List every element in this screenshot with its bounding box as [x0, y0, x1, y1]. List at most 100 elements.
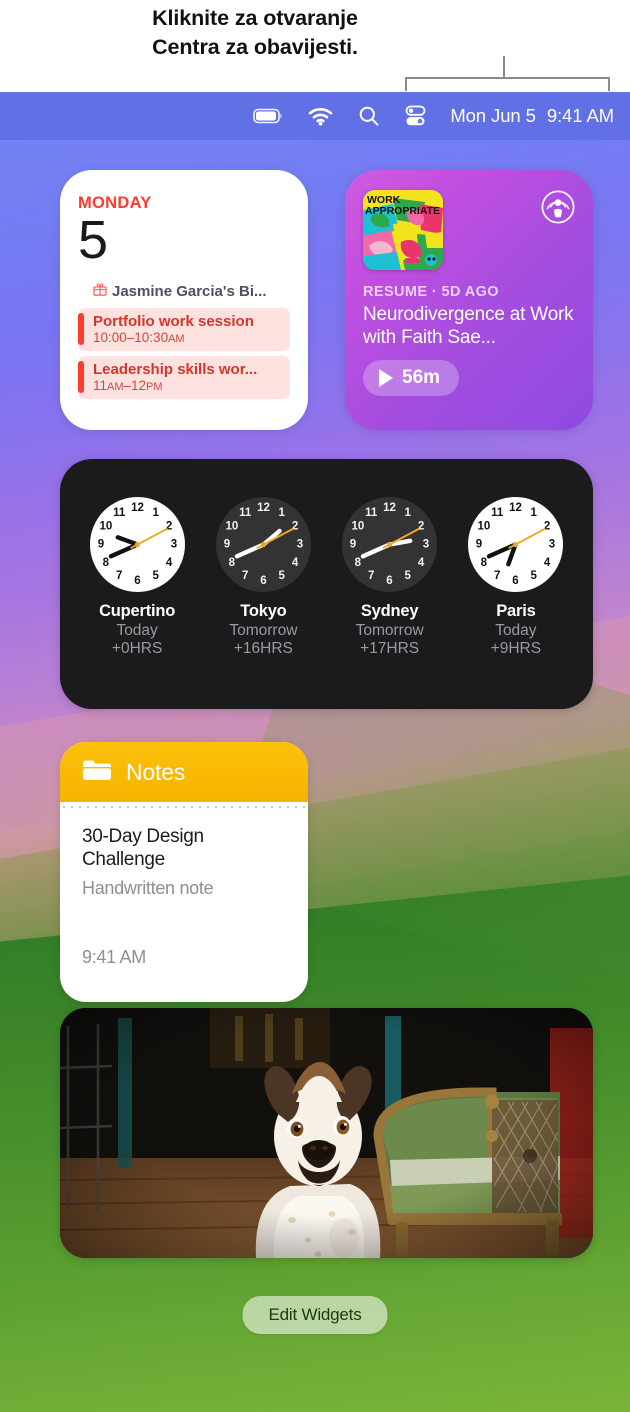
svg-text:12: 12 [383, 502, 396, 514]
svg-text:5: 5 [278, 570, 285, 582]
svg-text:7: 7 [116, 570, 122, 582]
battery-icon[interactable] [253, 108, 283, 124]
clock-face-cupertino: 12 1 2 3 4 5 6 7 8 9 10 11 [89, 497, 185, 592]
search-icon[interactable] [358, 105, 380, 127]
clock-face-tokyo: 12 1 2 3 4 5 6 7 8 9 10 11 [215, 497, 311, 592]
control-center-icon[interactable] [405, 105, 426, 127]
event-title: Leadership skills wor... [93, 361, 258, 379]
play-icon [379, 369, 393, 388]
menu-bar-clock[interactable]: Mon Jun 5 9:41 AM [450, 105, 614, 127]
svg-text:11: 11 [239, 507, 252, 519]
notes-header-title: Notes [126, 758, 186, 785]
svg-text:1: 1 [152, 507, 159, 519]
event-time: 11AM–12PM [93, 378, 163, 394]
edit-widgets-button[interactable]: Edit Widgets [242, 1296, 388, 1334]
svg-text:5: 5 [152, 570, 159, 582]
callout-line-1: Kliknite za otvaranje [152, 6, 358, 30]
svg-text:8: 8 [102, 557, 109, 569]
menu-bar-date: Mon Jun 5 [450, 105, 536, 126]
note-subtitle: Handwritten note [82, 877, 214, 898]
svg-text:9: 9 [476, 539, 482, 551]
podcast-duration: 56m [402, 367, 441, 389]
calendar-event-item[interactable]: Portfolio work session 10:00–10:30AM [78, 308, 290, 352]
calendar-event-item[interactable]: Leadership skills wor... 11AM–12PM [78, 356, 290, 400]
callout-annotation: Kliknite za otvaranje Centra za obavijes… [0, 0, 630, 92]
clock-offset: +16HRS [233, 640, 293, 657]
svg-text:7: 7 [494, 570, 500, 582]
menu-bar-time: 9:41 AM [546, 105, 614, 126]
podcast-kicker: RESUME · 5D AGO [363, 284, 499, 300]
svg-text:3: 3 [170, 539, 176, 551]
event-color-bar [78, 361, 84, 394]
svg-text:10: 10 [99, 520, 112, 532]
event-time: 10:00–10:30AM [93, 330, 185, 346]
clock-offset: +9HRS [490, 640, 542, 657]
clock-day: Tomorrow [229, 622, 298, 639]
clock-cell[interactable]: 12 1 2 3 4 5 6 7 8 9 10 11 Cupertino Today +0HRS [78, 497, 196, 658]
notes-body: 30-Day Design Challenge Handwritten note… [60, 808, 308, 1002]
svg-text:6: 6 [513, 575, 519, 587]
svg-text:7: 7 [368, 570, 374, 582]
clock-city: Sydney [360, 602, 419, 620]
svg-text:11: 11 [365, 507, 378, 519]
clock-cell[interactable]: 12 1 2 3 4 5 6 7 8 9 10 11 Paris Today +9HRS [457, 497, 575, 658]
svg-text:4: 4 [292, 557, 299, 569]
svg-text:4: 4 [418, 557, 425, 569]
clock-day: Tomorrow [355, 622, 424, 639]
svg-text:8: 8 [481, 557, 488, 569]
svg-text:11: 11 [492, 507, 505, 519]
svg-text:6: 6 [386, 575, 392, 587]
svg-text:10: 10 [478, 520, 491, 532]
photo-image [60, 1008, 593, 1258]
podcasts-icon [541, 190, 575, 229]
svg-text:7: 7 [242, 570, 248, 582]
svg-text:5: 5 [531, 570, 538, 582]
calendar-day-of-week: MONDAY [78, 194, 152, 212]
svg-text:10: 10 [225, 520, 238, 532]
photos-widget[interactable] [60, 1008, 593, 1258]
wifi-icon[interactable] [308, 107, 333, 126]
folder-icon [82, 758, 112, 787]
svg-text:6: 6 [260, 575, 266, 587]
podcast-play-button[interactable]: 56m [363, 360, 460, 397]
svg-text:1: 1 [531, 507, 538, 519]
clock-cell[interactable]: 12 1 2 3 4 5 6 7 8 9 10 11 Sydney Tomorrow +17HRS [331, 497, 449, 658]
svg-text:12: 12 [257, 502, 270, 514]
podcasts-widget[interactable]: WORK APPROPRIATE RESUME · 5D AGO Neurodi… [345, 170, 593, 430]
calendar-event-list: Jasmine Garcia's Bi... Portfolio work se… [78, 280, 290, 400]
clock-offset: +17HRS [360, 640, 420, 657]
podcast-title: Neurodivergence at Work with Faith Sae..… [363, 304, 574, 349]
svg-text:9: 9 [224, 539, 230, 551]
svg-text:8: 8 [355, 557, 362, 569]
notes-widget[interactable]: Notes 30-Day Design Challenge Handwritte… [60, 742, 308, 1002]
svg-text:2: 2 [292, 520, 298, 532]
clock-cell[interactable]: 12 1 2 3 4 5 6 7 8 9 10 11 Tokyo Tomorrow +16HRS [204, 497, 322, 658]
calendar-day-number: 5 [78, 210, 108, 270]
svg-text:3: 3 [549, 539, 555, 551]
world-clock-widget[interactable]: 12 1 2 3 4 5 6 7 8 9 10 11 Cupertino Today +0HRS 12… [60, 459, 593, 709]
svg-text:8: 8 [229, 557, 236, 569]
svg-text:3: 3 [297, 539, 303, 551]
svg-text:12: 12 [509, 502, 522, 514]
svg-text:9: 9 [97, 539, 103, 551]
callout-text: Kliknite za otvaranje Centra za obavijes… [0, 4, 510, 62]
callout-line-2: Centra za obavijesti. [152, 35, 358, 60]
clock-city: Tokyo [240, 602, 287, 620]
calendar-event-birthday[interactable]: Jasmine Garcia's Bi... [78, 280, 290, 303]
svg-text:4: 4 [544, 557, 551, 569]
clock-city: Paris [496, 602, 536, 620]
svg-text:4: 4 [166, 557, 173, 569]
note-time: 9:41 AM [82, 947, 146, 967]
svg-text:9: 9 [350, 539, 356, 551]
menu-bar: Mon Jun 5 9:41 AM [0, 92, 630, 140]
svg-text:10: 10 [352, 520, 365, 532]
calendar-widget[interactable]: MONDAY 5 Jasmine Garcia's Bi... Portfoli… [60, 170, 308, 430]
svg-text:11: 11 [113, 507, 126, 519]
svg-text:2: 2 [418, 520, 424, 532]
event-title: Portfolio work session [93, 313, 254, 331]
clock-day: Today [116, 622, 158, 639]
svg-text:12: 12 [131, 502, 144, 514]
clock-face-paris: 12 1 2 3 4 5 6 7 8 9 10 11 [468, 497, 564, 592]
svg-text:2: 2 [544, 520, 550, 532]
callout-bracket [405, 56, 610, 92]
